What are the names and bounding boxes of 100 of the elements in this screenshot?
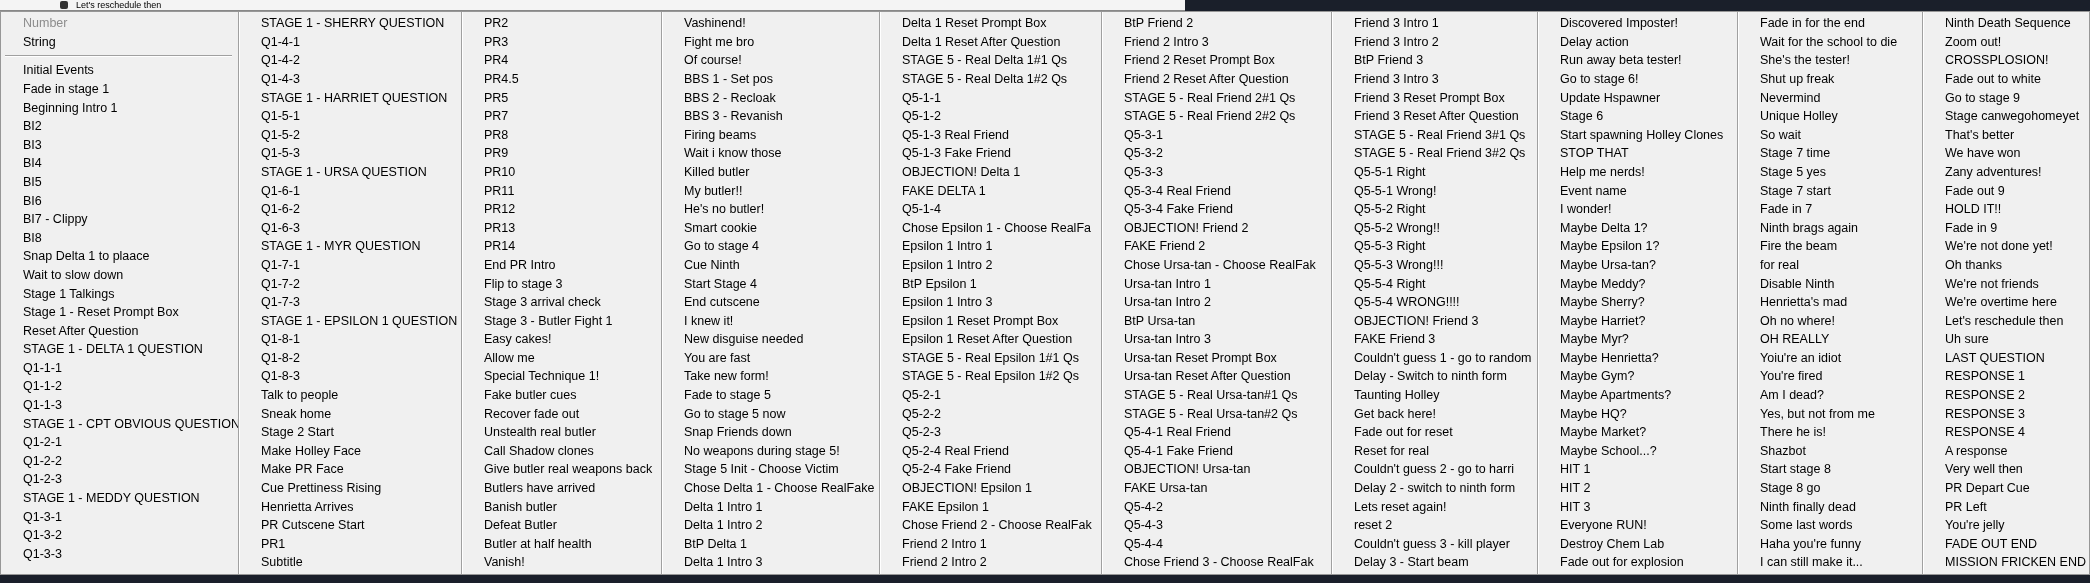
menu-item[interactable]: Taunting Holley	[1334, 386, 1533, 405]
menu-item[interactable]: PR10	[464, 162, 657, 182]
menu-item[interactable]: Yoiu're an idiot	[1740, 348, 1918, 368]
menu-item[interactable]: Q5-4-1 Real Friend	[1104, 423, 1327, 442]
menu-item[interactable]: FAKE Friend 2	[1104, 237, 1327, 256]
menu-item[interactable]: Stage 7 time	[1740, 144, 1918, 163]
menu-item[interactable]: Let's reschedule then	[1925, 311, 2087, 331]
menu-item[interactable]: FADE OUT END	[1925, 534, 2087, 554]
menu-item[interactable]: Chose Epsilon 1 - Choose RealFa	[882, 218, 1097, 238]
menu-item[interactable]: Q5-2-2	[882, 404, 1097, 424]
menu-item[interactable]: Q5-5-4 WRONG!!!!	[1334, 293, 1533, 312]
menu-item[interactable]: FAKE Friend 3	[1334, 330, 1533, 349]
menu-item[interactable]: Shut up freak	[1740, 69, 1918, 89]
menu-item[interactable]: STAGE 5 - Real Delta 1#1 Qs	[882, 51, 1097, 70]
menu-item[interactable]: Stage canwegohomeyet	[1925, 107, 2087, 126]
menu-item[interactable]: Stage 8 go	[1740, 479, 1918, 498]
menu-item[interactable]: Q5-4-3	[1104, 516, 1327, 535]
menu-item[interactable]: Q5-5-2 Wrong!!	[1334, 218, 1533, 238]
menu-item[interactable]: STAGE 5 - Real Epsilon 1#1 Qs	[882, 348, 1097, 368]
menu-item[interactable]: STAGE 5 - Real Friend 2#2 Qs	[1104, 107, 1327, 126]
menu-item[interactable]: Wait i know those	[664, 144, 875, 163]
menu-item[interactable]: String	[3, 32, 234, 52]
menu-item[interactable]: BI7 - Clippy	[3, 210, 234, 229]
menu-item[interactable]: PR Left	[1925, 497, 2087, 517]
menu-item[interactable]: BBS 3 - Revanish	[664, 107, 875, 126]
menu-item[interactable]: Ursa-tan Intro 1	[1104, 274, 1327, 294]
menu-item[interactable]: Oh thanks	[1925, 255, 2087, 275]
menu-item[interactable]: Unique Holley	[1740, 107, 1918, 126]
menu-item[interactable]: Start Stage 4	[664, 274, 875, 294]
menu-item[interactable]: STAGE 5 - Real Ursa-tan#2 Qs	[1104, 404, 1327, 424]
menu-item[interactable]: Maybe Apartments?	[1540, 386, 1733, 405]
menu-item[interactable]: Fight me bro	[664, 32, 875, 52]
menu-item[interactable]: STAGE 5 - Real Friend 2#1 Qs	[1104, 88, 1327, 108]
menu-item[interactable]: We have won	[1925, 144, 2087, 163]
menu-item[interactable]: Fade in 7	[1740, 200, 1918, 219]
menu-item[interactable]: Vanish!	[464, 553, 657, 572]
menu-item[interactable]: Go to stage 6!	[1540, 69, 1733, 89]
menu-item[interactable]: Q5-1-4	[882, 200, 1097, 219]
menu-item[interactable]: Lets reset again!	[1334, 497, 1533, 517]
menu-item[interactable]: Cue Ninth	[664, 255, 875, 275]
menu-item[interactable]: PR9	[464, 144, 657, 163]
menu-item[interactable]: Delay 3 - Start beam	[1334, 553, 1533, 572]
menu-item[interactable]: Q5-1-3 Real Friend	[882, 125, 1097, 145]
menu-item[interactable]: HIT 3	[1540, 497, 1733, 517]
menu-item[interactable]: Ursa-tan Intro 3	[1104, 330, 1327, 349]
menu-item[interactable]: Fade in for the end	[1740, 14, 1918, 33]
menu-item[interactable]: Yes, but not from me	[1740, 404, 1918, 424]
menu-item[interactable]: Q1-3-3	[3, 544, 234, 564]
menu-item[interactable]: Delta 1 Intro 1	[664, 497, 875, 517]
menu-item[interactable]: Q1-5-2	[241, 125, 457, 145]
menu-item[interactable]: Friend 2 Intro 1	[882, 534, 1097, 554]
menu-item[interactable]: Go to stage 4	[664, 237, 875, 256]
menu-item[interactable]: Maybe Sherry?	[1540, 293, 1733, 312]
menu-item[interactable]: Couldn't guess 1 - go to random	[1334, 348, 1533, 368]
menu-item[interactable]: Fade out for explosion	[1540, 553, 1733, 572]
menu-item[interactable]: You're fired	[1740, 367, 1918, 387]
menu-item[interactable]: OBJECTION! Friend 2	[1104, 218, 1327, 238]
menu-item[interactable]: HIT 2	[1540, 479, 1733, 498]
menu-item[interactable]: Maybe School...?	[1540, 441, 1733, 461]
menu-item[interactable]: Q5-4-2	[1104, 497, 1327, 517]
menu-item[interactable]: Couldn't guess 3 - kill player	[1334, 534, 1533, 554]
menu-item[interactable]: Butlers have arrived	[464, 479, 657, 498]
menu-item[interactable]: Delta 1 Reset Prompt Box	[882, 14, 1097, 33]
menu-item[interactable]: LAST QUESTION	[1925, 348, 2087, 368]
menu-item[interactable]: BI8	[3, 228, 234, 248]
menu-item[interactable]: PR4.5	[464, 69, 657, 89]
menu-item[interactable]: Q1-6-1	[241, 181, 457, 201]
menu-item[interactable]: Go to stage 5 now	[664, 404, 875, 424]
menu-item[interactable]: RESPONSE 1	[1925, 367, 2087, 387]
menu-item[interactable]: Friend 2 Intro 2	[882, 553, 1097, 572]
menu-item[interactable]: Q1-3-1	[3, 507, 234, 527]
menu-item[interactable]: Q5-5-3 Wrong!!!	[1334, 255, 1533, 275]
menu-item[interactable]: Sneak home	[241, 404, 457, 424]
menu-item[interactable]: Couldn't guess 2 - go to harri	[1334, 460, 1533, 480]
menu-item[interactable]: Q1-6-3	[241, 218, 457, 238]
menu-item[interactable]: Friend 3 Reset Prompt Box	[1334, 88, 1533, 108]
menu-item[interactable]: FAKE DELTA 1	[882, 181, 1097, 201]
menu-item[interactable]: Stage 3 - Butler Fight 1	[464, 311, 657, 331]
menu-item[interactable]: Q5-2-1	[882, 386, 1097, 405]
menu-item[interactable]: Q1-5-1	[241, 107, 457, 126]
menu-item[interactable]: for real	[1740, 255, 1918, 275]
menu-item[interactable]: Make Holley Face	[241, 441, 457, 461]
menu-item[interactable]: Q1-1-1	[3, 358, 234, 378]
menu-item[interactable]: We're overtime here	[1925, 293, 2087, 312]
menu-item[interactable]: New disguise needed	[664, 330, 875, 349]
menu-item[interactable]: Cue Prettiness Rising	[241, 479, 457, 498]
menu-item[interactable]: Friend 3 Intro 2	[1334, 32, 1533, 52]
menu-item[interactable]: Stage 5 yes	[1740, 162, 1918, 182]
menu-item[interactable]: Stage 1 Talkings	[3, 284, 234, 304]
menu-item[interactable]: BI3	[3, 135, 234, 155]
menu-item[interactable]: Q1-2-1	[3, 433, 234, 452]
menu-item[interactable]: PR5	[464, 88, 657, 108]
menu-item[interactable]: OBJECTION! Friend 3	[1334, 311, 1533, 331]
menu-item[interactable]: Q5-3-1	[1104, 125, 1327, 145]
menu-item[interactable]: Maybe Meddy?	[1540, 274, 1733, 294]
menu-item[interactable]: Stage 5 Init - Choose Victim	[664, 460, 875, 480]
menu-item[interactable]: Uh sure	[1925, 330, 2087, 349]
menu-item[interactable]: STAGE 1 - URSA QUESTION	[241, 162, 457, 182]
menu-item[interactable]: Stage 1 - Reset Prompt Box	[3, 303, 234, 322]
menu-item[interactable]: PR8	[464, 125, 657, 145]
